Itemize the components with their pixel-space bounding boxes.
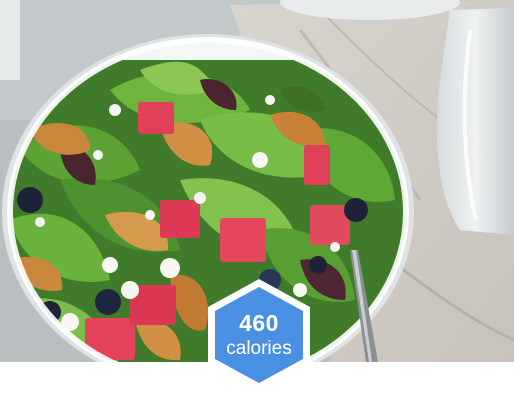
recipe-card: 460 calories (0, 0, 514, 394)
calorie-count: 460 (239, 310, 279, 336)
calorie-badge: 460 calories (204, 277, 314, 393)
calorie-unit-label: calories (226, 338, 292, 359)
calorie-badge-text: 460 calories (204, 277, 314, 393)
